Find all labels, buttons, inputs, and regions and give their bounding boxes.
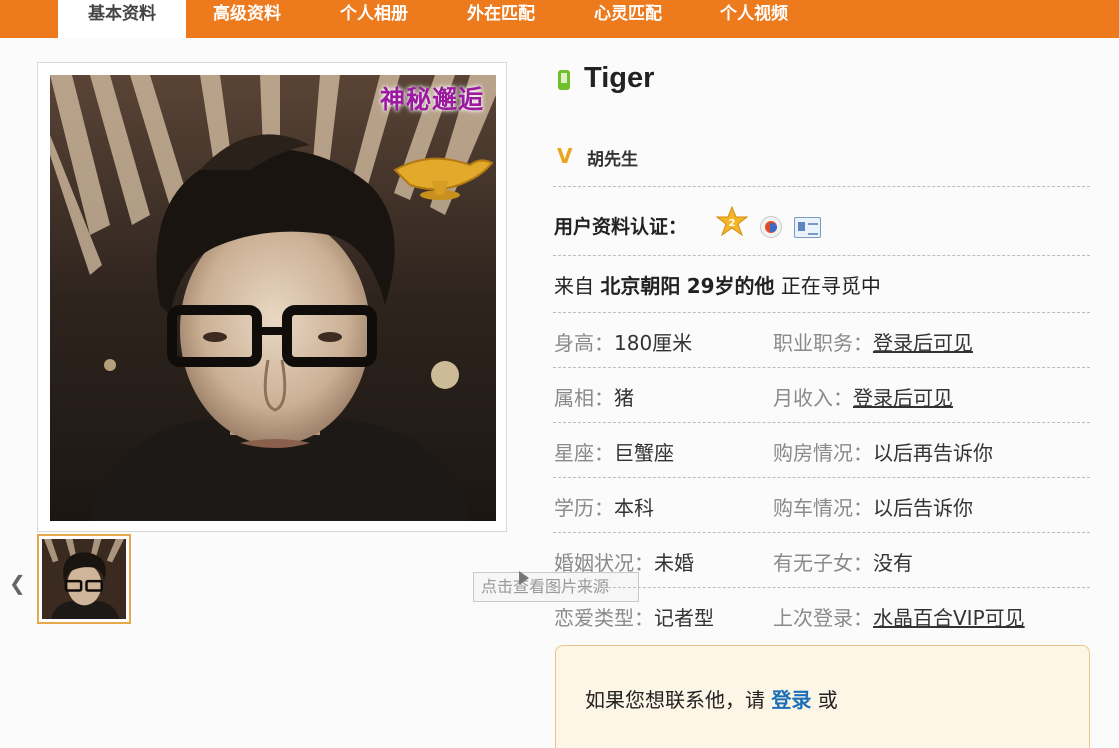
- login-to-view-link[interactable]: 登录后可见: [873, 331, 973, 355]
- divider: [553, 587, 1090, 588]
- svg-text:2: 2: [729, 218, 736, 229]
- verify-label: 用户资料认证：: [554, 216, 688, 238]
- tab-appearance-match[interactable]: 外在匹配: [440, 0, 562, 38]
- divider: [553, 186, 1090, 187]
- from-prefix: 来自: [554, 274, 594, 298]
- divider: [553, 312, 1090, 313]
- attr-education: 学历：本科: [554, 496, 654, 520]
- attr-zodiac-animal: 属相：猪: [554, 386, 634, 410]
- identity-verify-icon[interactable]: [760, 216, 782, 238]
- contact-prompt: 如果您想联系他，请 登录 或: [585, 688, 838, 712]
- login-link[interactable]: 登录: [771, 688, 811, 712]
- tab-basic-info[interactable]: 基本资料: [58, 0, 186, 38]
- login-to-view-link[interactable]: 登录后可见: [853, 386, 953, 410]
- attr-constellation: 星座：巨蟹座: [554, 441, 674, 465]
- mouse-cursor-icon: [519, 571, 529, 585]
- age: 29岁的他: [686, 274, 775, 298]
- main-photo-frame: 神秘邂逅: [37, 62, 507, 532]
- prev-photo-arrow-icon[interactable]: ❮: [9, 571, 26, 595]
- divider: [553, 255, 1090, 256]
- attr-occupation: 职业职务：登录后可见: [773, 331, 973, 355]
- attr-marital-status: 婚姻状况：未婚: [554, 551, 694, 575]
- badge-mysterious-encounter: 神秘邂逅: [380, 85, 485, 114]
- divider: [553, 532, 1090, 533]
- attr-children: 有无子女：没有: [773, 551, 913, 575]
- location: 北京朝阳: [600, 274, 681, 298]
- tab-soul-match[interactable]: 心灵匹配: [566, 0, 690, 38]
- attr-love-type: 恋爱类型：记者型: [554, 606, 714, 630]
- top-nav: 基本资料 高级资料 个人相册 外在匹配 心灵匹配 个人视频: [0, 0, 1119, 38]
- mobile-verified-icon: [558, 70, 570, 90]
- location-summary: 来自 北京朝阳 29岁的他 正在寻觅中: [554, 270, 881, 299]
- photo-thumbnail[interactable]: [37, 534, 131, 624]
- v-verified-icon: V: [557, 144, 573, 168]
- id-card-icon[interactable]: [794, 217, 821, 238]
- star-level-icon[interactable]: 2: [716, 206, 748, 236]
- vip-visible-link[interactable]: 水晶百合VIP可见: [873, 606, 1025, 630]
- realname: 胡先生: [587, 150, 638, 170]
- profile-photo[interactable]: 神秘邂逅: [50, 75, 496, 521]
- tab-advanced-info[interactable]: 高级资料: [186, 0, 308, 38]
- tab-photo-album[interactable]: 个人相册: [312, 0, 436, 38]
- attr-monthly-income: 月收入：登录后可见: [773, 386, 953, 410]
- divider: [553, 367, 1090, 368]
- seeking-status: 正在寻觅中: [780, 274, 881, 298]
- divider: [553, 422, 1090, 423]
- profile-photo-image: [50, 75, 496, 521]
- attr-last-login: 上次登录：水晶百合VIP可见: [773, 606, 1025, 630]
- username: Tiger: [584, 62, 655, 94]
- attr-car: 购车情况：以后告诉你: [773, 496, 973, 520]
- thumbnail-image: [44, 539, 124, 619]
- tab-personal-video[interactable]: 个人视频: [692, 0, 816, 38]
- attr-housing: 购房情况：以后再告诉你: [773, 441, 993, 465]
- attr-height: 身高：180厘米: [554, 331, 693, 355]
- divider: [553, 477, 1090, 478]
